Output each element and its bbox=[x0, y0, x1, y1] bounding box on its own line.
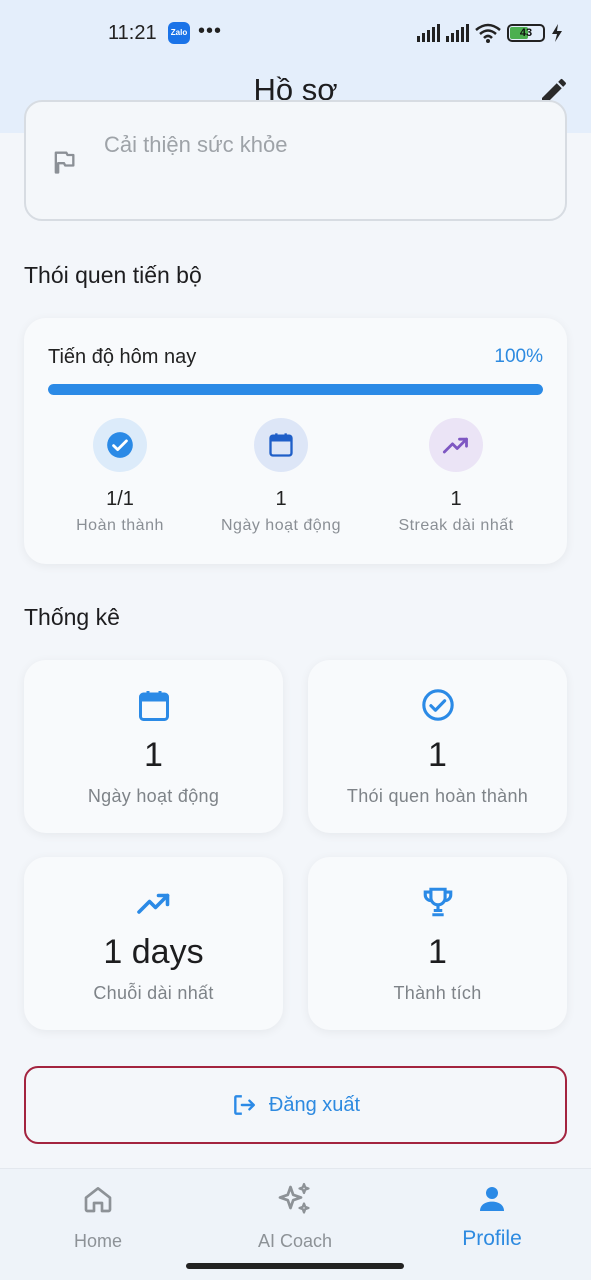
stat-card-active-days: 1 Ngày hoạt động bbox=[24, 660, 283, 833]
charging-icon bbox=[552, 24, 562, 42]
signal-icon bbox=[417, 24, 440, 42]
home-icon bbox=[84, 1187, 112, 1213]
person-icon bbox=[480, 1187, 504, 1211]
trending-up-icon bbox=[429, 418, 483, 472]
more-notifications-icon: ••• bbox=[198, 20, 223, 42]
status-bar: 11:21 Zalo ••• 43 bbox=[0, 18, 591, 48]
flag-icon bbox=[54, 151, 75, 174]
sparkle-icon bbox=[278, 1182, 310, 1214]
stat-label: Ngày hoạt động bbox=[87, 786, 220, 806]
completed-stat: 1/1 Hoàn thành bbox=[40, 418, 200, 535]
habit-section-title: Thói quen tiến bộ bbox=[24, 262, 202, 288]
calendar-icon bbox=[254, 418, 308, 472]
battery-icon: 43 bbox=[507, 24, 545, 42]
zalo-notification-icon: Zalo bbox=[168, 22, 190, 44]
stat-card-achievements: 1 Thành tích bbox=[308, 857, 567, 1030]
status-time: 11:21 bbox=[108, 22, 157, 44]
nav-item-profile[interactable]: Profile bbox=[412, 1181, 572, 1251]
signal-icon-2 bbox=[446, 24, 469, 42]
stat-card-longest-streak: 1 days Chuỗi dài nhất bbox=[24, 857, 283, 1030]
stat-label: Thành tích bbox=[393, 983, 482, 1003]
progress-track bbox=[48, 384, 543, 395]
wifi-icon bbox=[475, 23, 501, 43]
nav-item-home[interactable]: Home bbox=[18, 1181, 178, 1252]
stat-card-habits-completed: 1 Thói quen hoàn thành bbox=[308, 660, 567, 833]
trophy-icon bbox=[423, 887, 452, 917]
today-progress-label: Tiến độ hôm nay bbox=[48, 346, 197, 368]
logout-icon bbox=[234, 1095, 255, 1115]
home-indicator[interactable] bbox=[186, 1263, 404, 1269]
logout-button[interactable]: Đăng xuất bbox=[24, 1066, 567, 1144]
nav-item-ai-coach[interactable]: AI Coach bbox=[215, 1181, 375, 1252]
completed-value: 1/1 bbox=[106, 488, 134, 510]
stat-value: 1 bbox=[428, 933, 447, 971]
longest-streak-stat: 1 Streak dài nhất bbox=[376, 418, 536, 535]
stat-value: 1 bbox=[428, 736, 447, 774]
logout-label: Đăng xuất bbox=[268, 1093, 361, 1116]
stat-value: 1 days bbox=[103, 933, 204, 971]
battery-level: 43 bbox=[519, 27, 533, 39]
stat-label: Chuỗi dài nhất bbox=[93, 983, 214, 1003]
stat-label: Thói quen hoàn thành bbox=[346, 786, 529, 806]
today-progress-card: Tiến độ hôm nay 100% 1/1 Hoàn thành 1 Ng… bbox=[24, 318, 567, 564]
goal-card[interactable]: Cải thiện sức khỏe bbox=[24, 100, 567, 221]
longest-streak-value: 1 bbox=[450, 488, 462, 510]
active-days-stat: 1 Ngày hoạt động bbox=[201, 418, 361, 535]
today-progress-percent: 100% bbox=[494, 346, 543, 367]
trending-up-icon bbox=[136, 893, 169, 914]
stats-section-title: Thống kê bbox=[24, 604, 120, 630]
check-circle-icon bbox=[421, 689, 454, 721]
goal-text: Cải thiện sức khỏe bbox=[104, 132, 288, 157]
active-days-value: 1 bbox=[275, 488, 287, 510]
check-circle-icon bbox=[93, 418, 147, 472]
calendar-icon bbox=[138, 691, 169, 721]
nav-label-profile: Profile bbox=[462, 1227, 522, 1250]
active-days-label: Ngày hoạt động bbox=[221, 517, 341, 534]
nav-label-home: Home bbox=[73, 1231, 122, 1251]
nav-label-ai-coach: AI Coach bbox=[257, 1231, 333, 1251]
longest-streak-label: Streak dài nhất bbox=[398, 517, 514, 534]
progress-bar-fill bbox=[48, 384, 543, 395]
stat-value: 1 bbox=[144, 736, 163, 774]
completed-label: Hoàn thành bbox=[76, 517, 164, 534]
